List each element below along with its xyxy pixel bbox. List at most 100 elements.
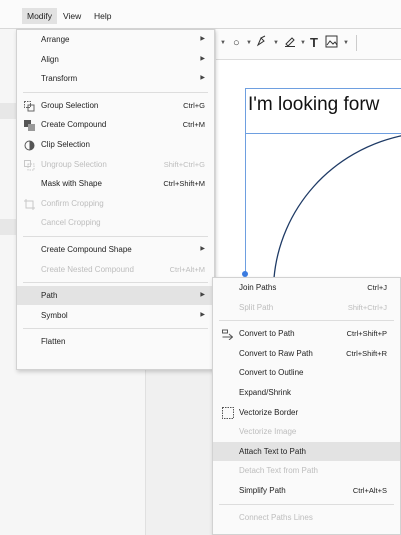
menu-item-shortcut: Ctrl+G xyxy=(183,100,205,110)
chevron-down-icon[interactable]: ▼ xyxy=(273,35,279,51)
chevron-right-icon: ▶ xyxy=(200,55,205,62)
path-item-simplify-path[interactable]: Simplify Path Ctrl+Alt+S xyxy=(213,481,400,500)
menu-item-label: Flatten xyxy=(41,337,66,347)
chevron-right-icon: ▶ xyxy=(200,75,205,82)
menu-item-label: Join Paths xyxy=(239,283,277,292)
menu-item-label: Split Path xyxy=(239,302,274,312)
path-item-vectorize-image: Vectorize Image xyxy=(213,422,400,441)
path-item-attach-text-to-path[interactable]: Attach Text to Path xyxy=(213,441,400,461)
modify-item-clip-selection[interactable]: Clip Selection xyxy=(17,135,214,154)
crop-icon xyxy=(24,198,35,210)
path-item-detach-text-from-path: Detach Text from Path xyxy=(213,461,400,480)
menu-item-shortcut: Ctrl+Shift+M xyxy=(163,179,205,189)
modify-item-group-selection[interactable]: Group Selection Ctrl+G xyxy=(17,96,214,115)
menu-separator xyxy=(219,503,394,505)
convert-path-icon xyxy=(222,328,234,341)
menu-item-shortcut: Ctrl+Shift+P xyxy=(346,329,387,339)
path-item-expand-shrink[interactable]: Expand/Shrink xyxy=(213,383,400,402)
menu-help[interactable]: Help xyxy=(89,8,116,24)
chevron-down-icon[interactable]: ▼ xyxy=(246,35,252,51)
modify-item-ungroup-selection: Ungroup Selection Shift+Ctrl+G xyxy=(17,155,214,174)
menu-item-label: Simplify Path xyxy=(239,486,286,495)
menu-separator xyxy=(23,236,208,237)
menu-bar: Modify View Help xyxy=(0,0,401,29)
chevron-right-icon: ▶ xyxy=(200,292,205,299)
path-item-connect-paths-lines: Connect Paths Lines xyxy=(213,508,400,527)
path-item-convert-to-raw-path[interactable]: Convert to Raw Path Ctrl+Shift+R xyxy=(213,344,400,363)
path-item-join-paths[interactable]: Join Paths Ctrl+J xyxy=(213,278,400,297)
menu-item-label: Transform xyxy=(41,74,78,84)
chevron-right-icon: ▶ xyxy=(200,246,205,252)
menu-item-shortcut: Ctrl+Shift+R xyxy=(346,348,387,358)
path-submenu: Join Paths Ctrl+J Split Path Shift+Ctrl+J Co… xyxy=(212,277,401,535)
menu-item-label: Create Nested Compound xyxy=(41,264,134,274)
menu-item-label: Create Compound Shape xyxy=(41,245,132,254)
menu-item-label: Attach Text to Path xyxy=(239,446,307,456)
pencil-tool-icon[interactable] xyxy=(284,35,296,51)
text-tool-icon[interactable]: T xyxy=(310,35,318,51)
menu-item-label: Expand/Shrink xyxy=(239,388,292,397)
drawing-toolbar: ▼ ○ ▼ ▼ ▼ T ▼ xyxy=(216,29,401,60)
menu-item-label: Arrange xyxy=(41,35,70,44)
modify-item-align[interactable]: Align ▶ xyxy=(17,50,214,69)
menu-view[interactable]: View xyxy=(58,8,86,24)
group-icon xyxy=(24,100,35,112)
arc-shape[interactable] xyxy=(240,130,401,290)
path-item-convert-to-outline[interactable]: Convert to Outline xyxy=(213,363,400,382)
chevron-down-icon[interactable]: ▼ xyxy=(220,35,226,51)
modify-menu: Arrange ▶ Align ▶ Transform ▶ Group Selection C… xyxy=(16,29,215,370)
menu-item-shortcut: Shift+Ctrl+G xyxy=(163,159,205,169)
compound-icon xyxy=(24,119,35,132)
menu-item-label: Mask with Shape xyxy=(41,179,102,189)
menu-item-shortcut: Ctrl+Alt+M xyxy=(169,264,205,274)
menu-item-shortcut: Ctrl+M xyxy=(182,120,205,130)
canvas-text[interactable]: I'm looking forw xyxy=(248,94,379,116)
chevron-down-icon[interactable]: ▼ xyxy=(343,35,349,51)
path-item-convert-to-path[interactable]: Convert to Path Ctrl+Shift+P xyxy=(213,324,400,343)
toolbar-divider xyxy=(356,35,357,51)
modify-item-flatten[interactable]: Flatten xyxy=(17,332,214,351)
menu-separator xyxy=(23,91,208,93)
image-tool-icon[interactable] xyxy=(325,35,338,51)
selection-guide xyxy=(245,134,246,274)
modify-item-create-compound-shape[interactable]: Create Compound Shape ▶ xyxy=(17,240,214,259)
menu-item-shortcut: Ctrl+J xyxy=(367,283,387,292)
ungroup-icon xyxy=(24,159,35,171)
menu-item-shortcut: Shift+Ctrl+J xyxy=(347,302,387,312)
clip-icon xyxy=(24,139,35,151)
menu-separator xyxy=(23,328,208,330)
modify-item-cancel-cropping: Cancel Cropping xyxy=(17,213,214,232)
menu-item-label: Cancel Cropping xyxy=(41,218,101,228)
modify-item-create-compound[interactable]: Create Compound Ctrl+M xyxy=(17,115,214,134)
modify-item-mask-with-shape[interactable]: Mask with Shape Ctrl+Shift+M xyxy=(17,174,214,193)
menu-item-label: Vectorize Border xyxy=(239,407,299,417)
sidebar-stub xyxy=(0,103,16,119)
menu-item-label: Create Compound xyxy=(41,120,107,130)
menu-item-label: Connect Paths Lines xyxy=(239,512,313,522)
menu-item-shortcut: Ctrl+Alt+S xyxy=(352,486,387,495)
modify-item-arrange[interactable]: Arrange ▶ xyxy=(17,30,214,49)
pen-tool-icon[interactable] xyxy=(256,35,268,51)
path-item-vectorize-border[interactable]: Vectorize Border xyxy=(213,403,400,422)
ellipse-tool-icon[interactable]: ○ xyxy=(233,35,240,51)
vectorize-border-icon xyxy=(222,406,234,419)
modify-item-create-nested-compound: Create Nested Compound Ctrl+Alt+M xyxy=(17,260,214,279)
menu-item-label: Clip Selection xyxy=(41,140,90,149)
menu-item-label: Convert to Outline xyxy=(239,368,304,378)
menu-separator xyxy=(23,282,208,284)
modify-item-confirm-cropping: Confirm Cropping xyxy=(17,194,214,213)
path-item-split-path: Split Path Shift+Ctrl+J xyxy=(213,298,400,317)
modify-item-symbol[interactable]: Symbol ▶ xyxy=(17,306,214,325)
chevron-right-icon: ▶ xyxy=(200,311,205,318)
modify-item-transform[interactable]: Transform ▶ xyxy=(17,69,214,88)
menu-separator xyxy=(219,320,394,322)
menu-item-label: Confirm Cropping xyxy=(41,198,104,208)
modify-item-path[interactable]: Path ▶ xyxy=(17,286,214,306)
menu-item-label: Convert to Raw Path xyxy=(239,348,313,358)
sidebar-stub xyxy=(0,219,16,235)
menu-item-label: Group Selection xyxy=(41,100,99,110)
menu-item-label: Vectorize Image xyxy=(239,427,297,437)
chevron-down-icon[interactable]: ▼ xyxy=(300,35,306,51)
menu-modify[interactable]: Modify xyxy=(22,8,58,24)
menu-item-label: Symbol xyxy=(41,310,68,320)
